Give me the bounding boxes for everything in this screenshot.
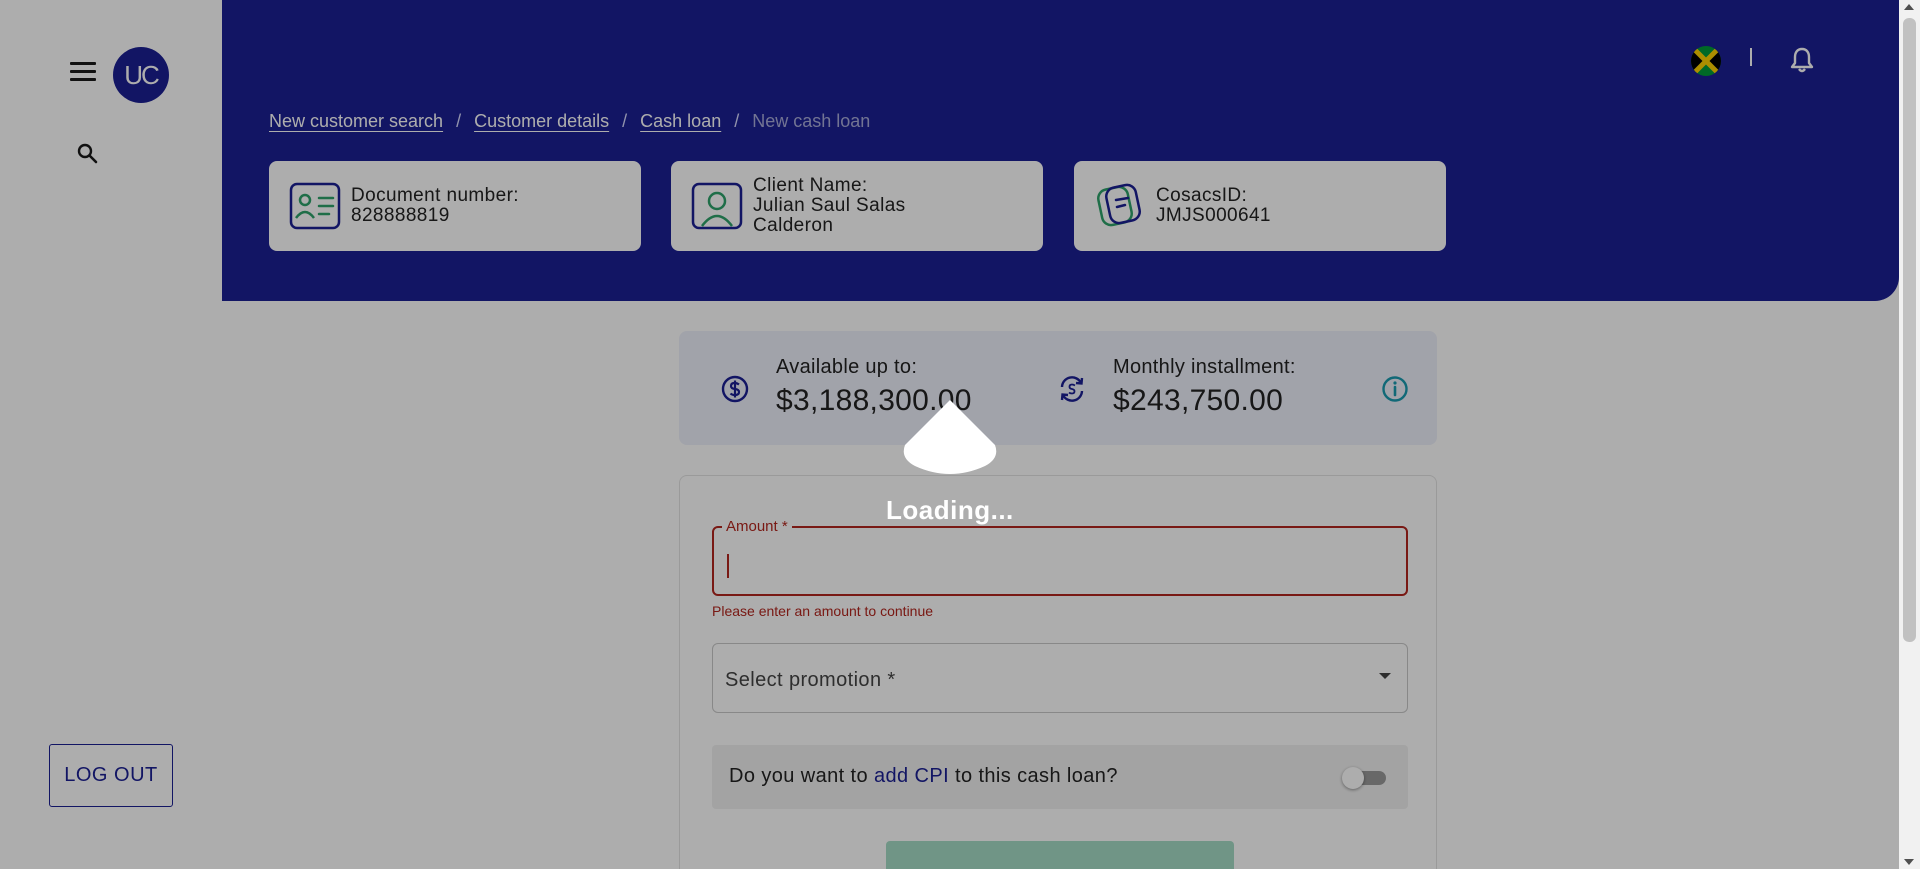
loading-text: Loading...: [886, 495, 1014, 525]
loading-spinner-icon: [903, 400, 997, 474]
page-scrollbar[interactable]: [1899, 0, 1920, 869]
scroll-thumb[interactable]: [1903, 18, 1916, 642]
scroll-down-arrow-icon[interactable]: [1904, 859, 1914, 865]
scroll-up-arrow-icon[interactable]: [1904, 4, 1914, 10]
